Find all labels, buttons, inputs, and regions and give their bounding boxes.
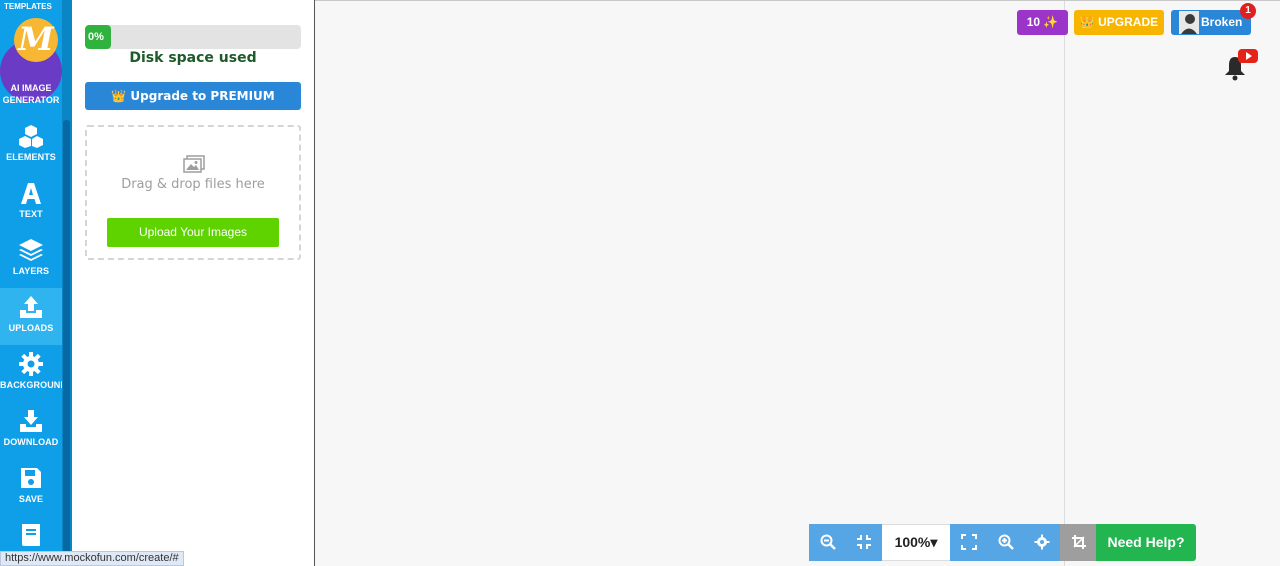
cubes-icon: [19, 125, 43, 148]
sidebar-item-label: BACKGROUND: [0, 380, 62, 390]
zoom-level-select[interactable]: 100%▾: [882, 524, 950, 561]
sidebar-item-text[interactable]: TEXT: [0, 174, 62, 231]
user-menu-button[interactable]: Broken: [1171, 10, 1251, 35]
notification-badge: 1: [1240, 3, 1256, 19]
text-icon: [21, 183, 41, 204]
sidebar-item-label: LAYERS: [12, 266, 50, 276]
sidebar-item-uploads[interactable]: UPLOADS: [0, 288, 62, 345]
file-dropzone[interactable]: Drag & drop files here Upload Your Image…: [85, 125, 301, 260]
save-icon: [21, 468, 41, 488]
credits-button[interactable]: 10 ✨: [1017, 10, 1068, 35]
expand-icon: [960, 534, 977, 550]
sidebar-item-label: UPLOADS: [8, 323, 54, 333]
sidebar-item-save[interactable]: SAVE: [0, 459, 62, 516]
sidebar-scrollbar-thumb[interactable]: [63, 120, 70, 566]
zoom-out-icon: [820, 534, 836, 550]
images-icon: [183, 155, 205, 173]
ai-generator-label-line2: GENERATOR: [2, 95, 60, 105]
sidebar-item-label: ELEMENTS: [6, 152, 56, 162]
dropzone-text: Drag & drop files here: [121, 177, 265, 192]
status-bar-url: https://www.mockofun.com/create/#: [0, 551, 184, 566]
crop-icon: [1071, 535, 1086, 549]
sidebar-item-templates-partial[interactable]: TEMPLATES: [4, 2, 52, 11]
gear-icon: [19, 352, 43, 376]
sidebar-item-label: DOWNLOAD: [3, 437, 59, 447]
editor-canvas[interactable]: [315, 0, 1280, 566]
ai-generator-label-line1: AI IMAGE: [10, 83, 52, 93]
layers-icon: [19, 239, 43, 261]
sidebar-item-ai-image-generator[interactable]: TEMPLATES M AI IMAGE GENERATOR: [0, 0, 62, 115]
disk-usage-fill: 0%: [85, 25, 111, 49]
book-icon: [22, 524, 40, 546]
sidebar-item-background[interactable]: BACKGROUND: [0, 345, 62, 402]
zoom-in-icon: [998, 534, 1014, 550]
upgrade-label: UPGRADE: [1098, 15, 1159, 29]
disk-usage-bar: 0%: [85, 25, 301, 49]
youtube-icon[interactable]: [1238, 49, 1258, 63]
crown-icon: 👑: [111, 89, 127, 103]
sidebar-item-book[interactable]: [0, 516, 62, 556]
upgrade-premium-label: Upgrade to PREMIUM: [130, 89, 275, 103]
sidebar-item-label: TEXT: [19, 209, 43, 219]
disk-space-label: Disk space used: [129, 50, 257, 66]
canvas-guide-line: [1064, 1, 1065, 566]
fit-screen-button[interactable]: [845, 524, 882, 561]
zoom-out-button[interactable]: [809, 524, 846, 561]
zoom-in-button[interactable]: [987, 524, 1024, 561]
settings-button[interactable]: [1023, 524, 1060, 561]
avatar: [1179, 11, 1199, 34]
crop-button[interactable]: [1060, 524, 1097, 561]
mockofun-logo: M: [14, 18, 58, 62]
upload-icon: [20, 296, 42, 318]
download-icon: [20, 410, 42, 432]
sidebar-item-layers[interactable]: LAYERS: [0, 231, 62, 288]
ai-generator-label: AI IMAGE GENERATOR: [0, 82, 62, 106]
need-help-button[interactable]: Need Help?: [1096, 524, 1196, 561]
upgrade-button[interactable]: 👑 UPGRADE: [1074, 10, 1164, 35]
left-sidebar: TEMPLATES M AI IMAGE GENERATOR ELEMENTS …: [0, 0, 62, 566]
sidebar-item-label: SAVE: [18, 494, 44, 504]
sidebar-item-download[interactable]: DOWNLOAD: [0, 402, 62, 459]
crown-icon: 👑: [1079, 15, 1095, 29]
gear-icon: [1034, 534, 1049, 550]
user-name: Broken: [1201, 15, 1243, 29]
upgrade-premium-button[interactable]: 👑 Upgrade to PREMIUM: [85, 82, 301, 110]
compress-icon: [856, 535, 871, 549]
upload-images-button[interactable]: Upload Your Images: [107, 218, 279, 247]
fullscreen-button[interactable]: [950, 524, 987, 561]
app-root: TEMPLATES M AI IMAGE GENERATOR ELEMENTS …: [0, 0, 1280, 566]
sidebar-item-elements[interactable]: ELEMENTS: [0, 117, 62, 174]
